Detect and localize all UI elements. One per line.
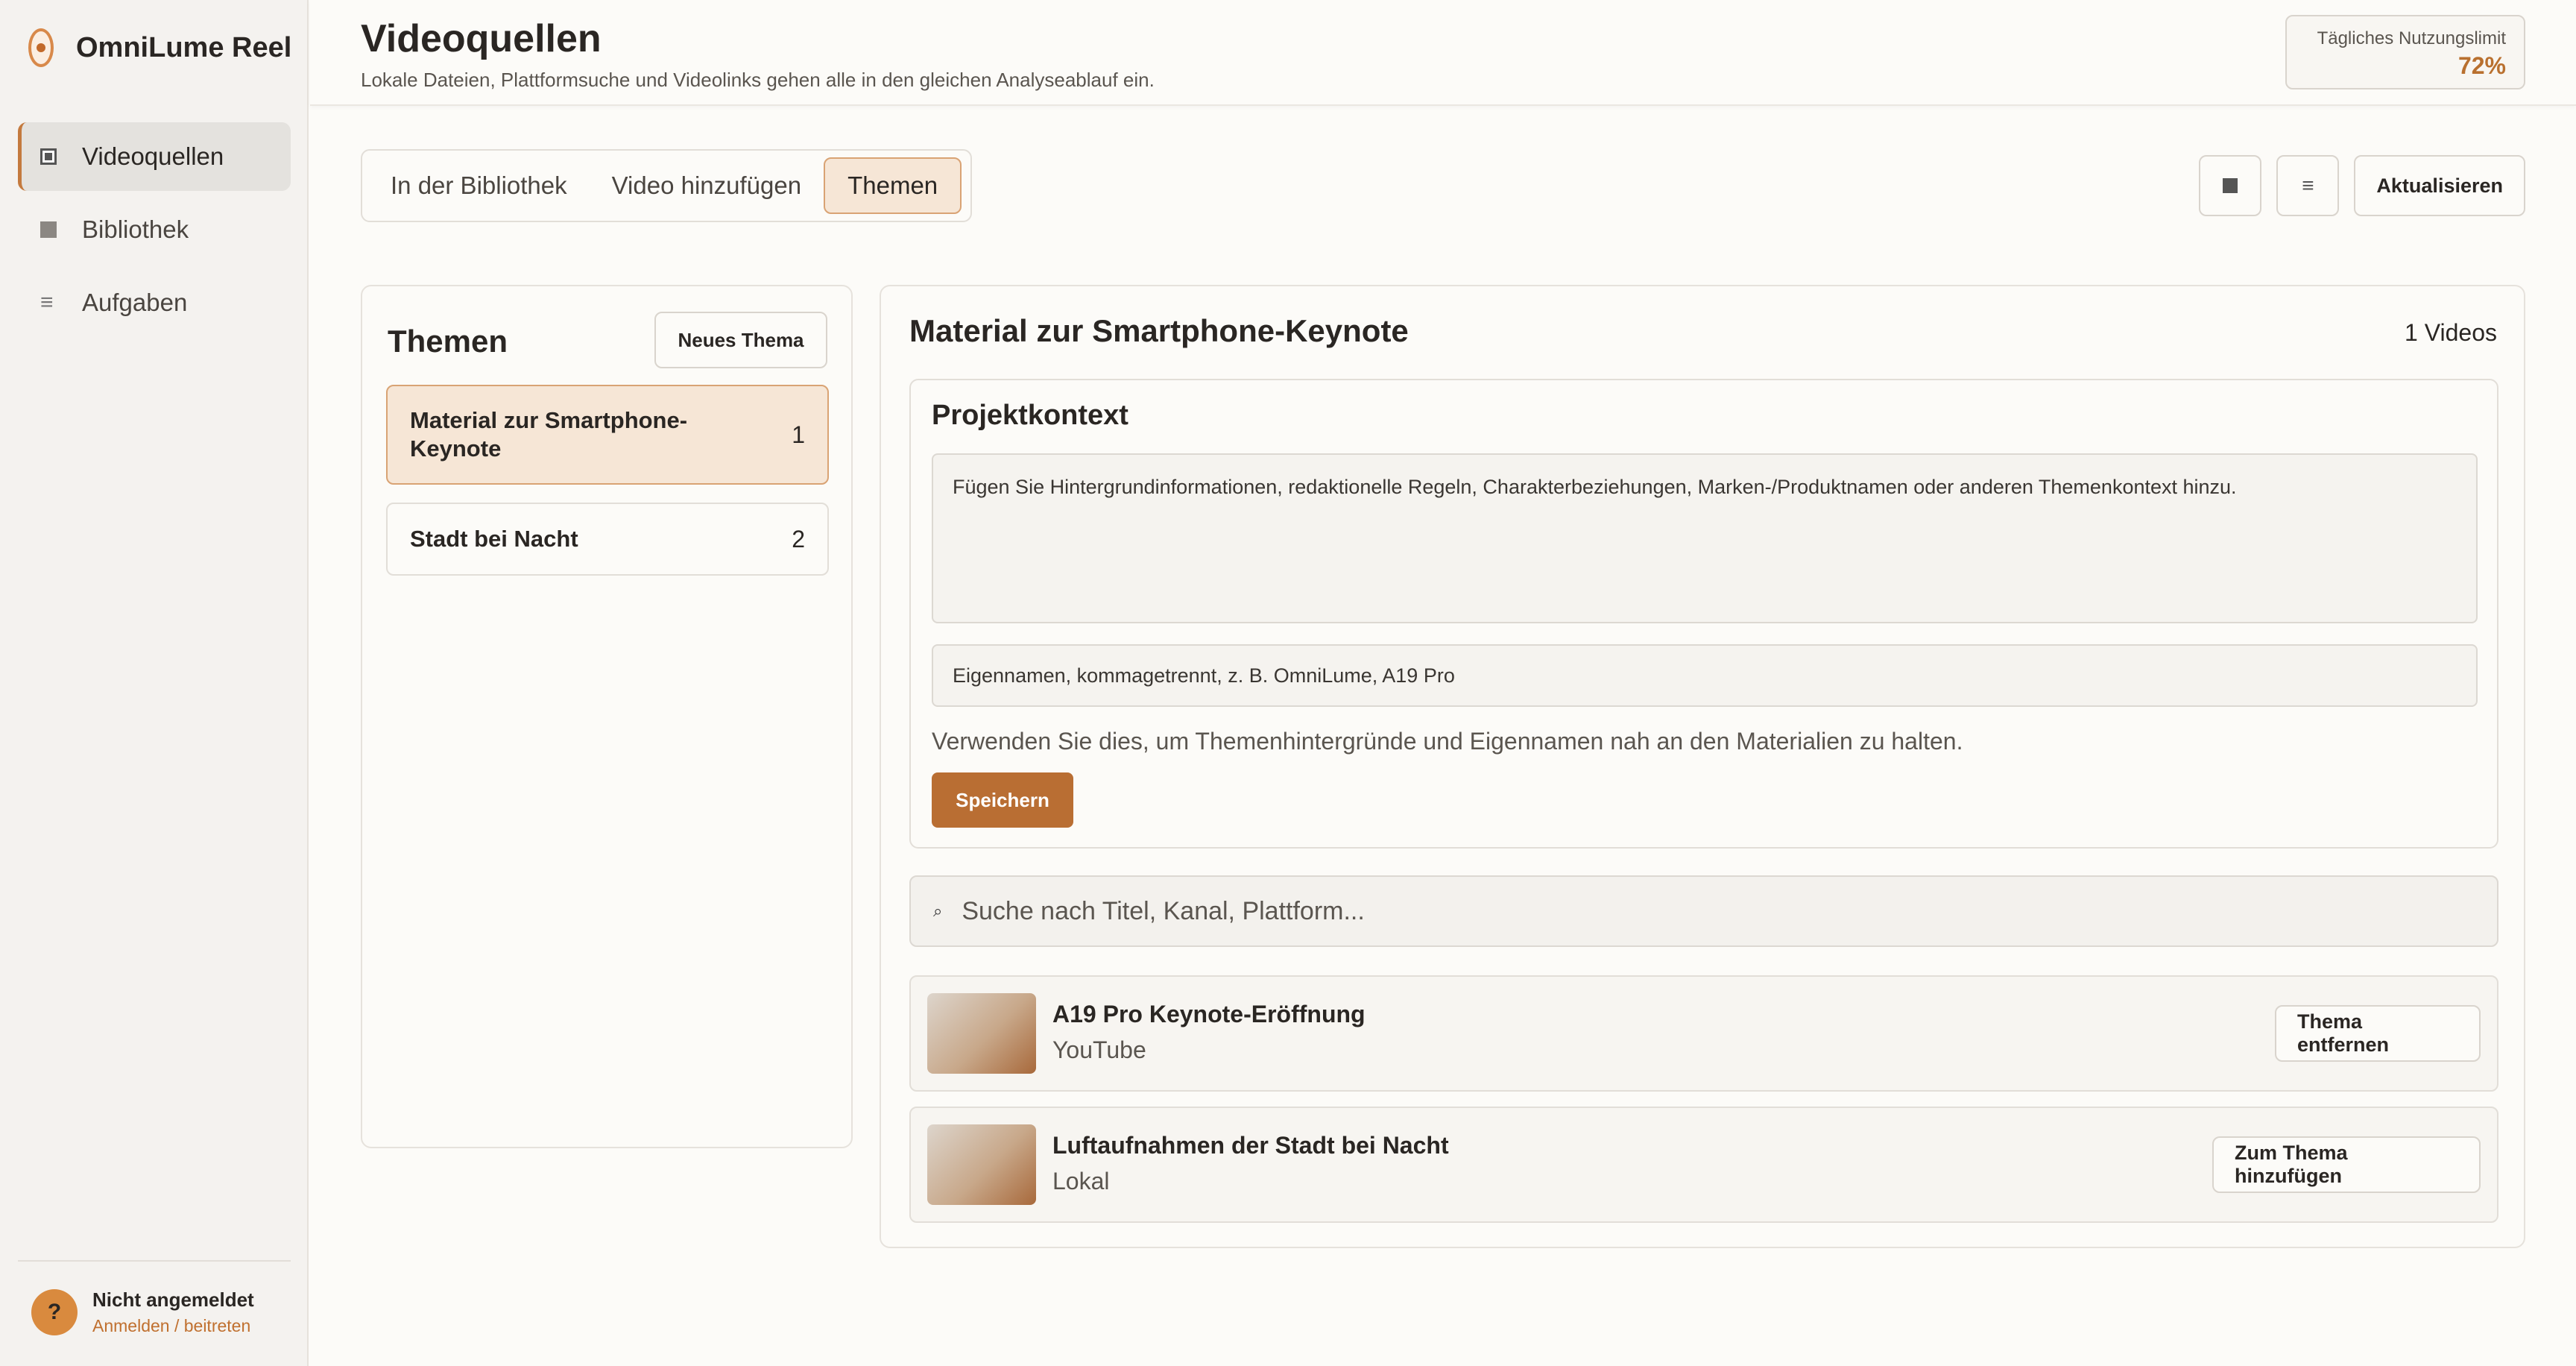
- source-tabs: In der Bibliothek Video hinzufügen Theme…: [361, 149, 972, 222]
- sidebar-item-bibliothek[interactable]: Bibliothek: [18, 195, 291, 264]
- user-status[interactable]: ? Nicht angemeldet Anmelden / beitreten: [31, 1288, 254, 1336]
- logo-icon: [28, 28, 54, 67]
- refresh-button[interactable]: Aktualisieren: [2354, 155, 2525, 216]
- square-icon: [2223, 178, 2238, 193]
- theme-detail-title: Material zur Smartphone-Keynote: [909, 313, 1409, 348]
- new-theme-button[interactable]: Neues Thema: [654, 312, 827, 368]
- video-search-input[interactable]: ⌕ Suche nach Titel, Kanal, Plattform...: [909, 875, 2498, 947]
- app-name: OmniLume Reel: [76, 31, 292, 63]
- themes-panel: Themen Neues Thema Material zur Smartpho…: [361, 285, 853, 1148]
- sidebar-item-label: Bibliothek: [82, 215, 189, 243]
- tab-add-video[interactable]: Video hinzufügen: [590, 157, 824, 214]
- remove-from-theme-button[interactable]: Thema entfernen: [2275, 1005, 2481, 1062]
- video-list-item: A19 Pro Keynote-Eröffnung YouTube Thema …: [909, 975, 2498, 1092]
- user-name: Nicht angemeldet: [92, 1288, 254, 1311]
- theme-count: 1: [792, 421, 805, 448]
- grid-view-button[interactable]: [2199, 155, 2262, 216]
- project-context-box: Projektkontext Fügen Sie Hintergrundinfo…: [909, 379, 2498, 849]
- video-title: A19 Pro Keynote-Eröffnung: [1052, 1001, 1366, 1027]
- video-title: Luftaufnahmen der Stadt bei Nacht: [1052, 1132, 1449, 1159]
- save-button[interactable]: Speichern: [932, 772, 1073, 828]
- brand[interactable]: OmniLume Reel: [28, 28, 291, 67]
- proper-names-input[interactable]: Eigennamen, kommagetrennt, z. B. OmniLum…: [932, 644, 2478, 707]
- sign-in-link[interactable]: Anmelden / beitreten: [92, 1316, 254, 1336]
- theme-count: 2: [792, 525, 805, 553]
- video-source: YouTube: [1052, 1036, 1146, 1063]
- video-source-icon: [40, 148, 57, 165]
- sidebar: OmniLume Reel Videoquellen Bibliothek ≡ …: [0, 0, 309, 1366]
- tab-themes[interactable]: Themen: [824, 157, 962, 214]
- tab-library[interactable]: In der Bibliothek: [368, 157, 590, 214]
- sidebar-item-videoquellen[interactable]: Videoquellen: [18, 122, 291, 191]
- themes-title: Themen: [388, 324, 508, 359]
- page-subtitle: Lokale Dateien, Plattformsuche und Video…: [361, 69, 1155, 91]
- tasks-icon: ≡: [40, 290, 54, 315]
- theme-item[interactable]: Material zur Smartphone-Keynote 1: [386, 385, 829, 485]
- video-count: 1 Videos: [2405, 319, 2497, 346]
- library-icon: [40, 221, 57, 238]
- search-placeholder: Suche nach Titel, Kanal, Plattform...: [962, 896, 1365, 925]
- header: Videoquellen Lokale Dateien, Plattformsu…: [310, 0, 2576, 106]
- sidebar-nav: Videoquellen Bibliothek ≡ Aufgaben: [18, 122, 291, 342]
- project-context-title: Projektkontext: [932, 400, 1128, 431]
- theme-name: Stadt bei Nacht: [410, 526, 578, 552]
- avatar: ?: [31, 1289, 78, 1335]
- list-view-button[interactable]: ≡: [2276, 155, 2340, 216]
- list-icon: ≡: [2302, 174, 2314, 197]
- search-icon: ⌕: [933, 901, 943, 920]
- theme-name: Material zur Smartphone-Keynote: [410, 407, 688, 462]
- usage-value: 72%: [2457, 52, 2506, 79]
- video-thumbnail[interactable]: [927, 1124, 1036, 1205]
- sidebar-item-label: Aufgaben: [82, 289, 188, 316]
- video-source: Lokal: [1052, 1168, 1110, 1195]
- toolbar: ≡ Aktualisieren: [2199, 155, 2525, 216]
- video-thumbnail[interactable]: [927, 993, 1036, 1074]
- usage-limit-badge: Tägliches Nutzungslimit 72%: [2285, 15, 2525, 89]
- project-context-textarea[interactable]: Fügen Sie Hintergrundinformationen, reda…: [932, 453, 2478, 623]
- theme-detail-panel: Material zur Smartphone-Keynote 1 Videos…: [880, 285, 2525, 1248]
- page-title: Videoquellen: [361, 17, 602, 60]
- sidebar-divider: [18, 1260, 291, 1262]
- context-hint: Verwenden Sie dies, um Themenhintergründ…: [932, 728, 1963, 755]
- theme-item[interactable]: Stadt bei Nacht 2: [386, 503, 829, 576]
- video-list-item: Luftaufnahmen der Stadt bei Nacht Lokal …: [909, 1107, 2498, 1223]
- add-to-theme-button[interactable]: Zum Thema hinzufügen: [2212, 1136, 2481, 1193]
- sidebar-item-aufgaben[interactable]: ≡ Aufgaben: [18, 268, 291, 337]
- sidebar-item-label: Videoquellen: [82, 142, 224, 170]
- usage-label: Tägliches Nutzungslimit: [2317, 28, 2506, 48]
